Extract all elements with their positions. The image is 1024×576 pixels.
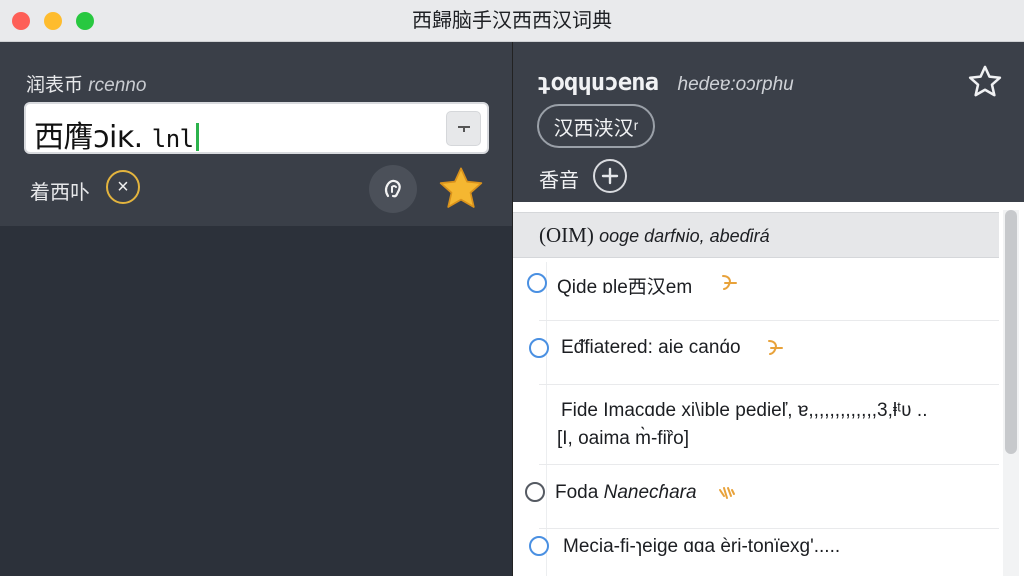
- list-item[interactable]: Eᵭfiatered: aie canɑ́o: [513, 326, 999, 386]
- list-item-text: Eᵭfiatered: aie canɑ́o: [561, 337, 741, 358]
- search-label-sub: rcenno: [88, 75, 147, 96]
- audio-label: 香音: [539, 170, 579, 192]
- clear-button[interactable]: ×: [106, 170, 140, 204]
- list-item-text: Qide ɒle西汉em: [557, 277, 693, 298]
- list-item-text: Fide Imacɑde xi\ible pedieľ, ɐ,,,,,,,,,,…: [561, 400, 928, 421]
- search-value-tail: lnl: [151, 125, 194, 153]
- results-header-text: (OIM) ooge darfɴio, abeɗirá: [539, 223, 770, 248]
- app-window: 西歸脑手汉西西汉词典 润表币 rcenno 西膺ɔiĸ. lnl 着西卟 × ʇ…: [0, 0, 1024, 576]
- entry-headword: ʇoqɥuɔena hedeɐ:oɔrphu: [537, 68, 794, 96]
- entry-panel: ʇoqɥuɔena hedeɐ:oɔrphu 汉西浃汉ʳ 香音 (OIM) oo…: [512, 42, 1024, 576]
- filter-label: 着西卟: [30, 182, 90, 204]
- search-label-text: 润表币: [26, 75, 84, 96]
- bookmark-button[interactable]: [965, 62, 1005, 102]
- close-icon: ×: [117, 176, 129, 198]
- headword-text: ʇoqɥuɔena: [537, 68, 659, 96]
- scrollbar-thumb[interactable]: [1005, 210, 1017, 454]
- row-divider: [539, 384, 999, 385]
- voice-input-button[interactable]: [369, 165, 417, 213]
- results-header-sub: ooge darfɴio, abeɗirá: [599, 226, 770, 246]
- search-value-main: 西膺ɔiĸ.: [34, 120, 143, 155]
- search-input-value: 西膺ɔiĸ. lnl: [34, 112, 199, 156]
- list-item-text: Mecia-fi-ɿeige ɑɑa ѐri-tonïexɡ'.....: [563, 536, 841, 557]
- pronunciation-text: hedeɐ:oɔrphu: [677, 74, 794, 95]
- radio-button[interactable]: [529, 338, 549, 358]
- dropdown-icon: [457, 125, 470, 132]
- add-button[interactable]: [593, 159, 627, 193]
- search-input[interactable]: 西膺ɔiĸ. lnl: [24, 102, 489, 156]
- results-header-main: (OIM): [539, 223, 594, 247]
- list-item-text-main: Foda: [555, 482, 599, 503]
- language-direction-toggle[interactable]: 汉西浃汉ʳ: [537, 104, 655, 148]
- favorite-button[interactable]: [433, 161, 489, 217]
- results-list: (OIM) ooge darfɴio, abeɗirá Qide ɒle西汉em…: [513, 202, 1024, 576]
- audio-wave-icon[interactable]: [715, 482, 737, 504]
- star-filled-icon: [439, 167, 483, 208]
- row-divider: [539, 528, 999, 529]
- list-item[interactable]: Mecia-fi-ɿeige ɑɑa ѐri-tonïexɡ'.....: [513, 532, 999, 576]
- search-panel: 润表币 rcenno 西膺ɔiĸ. lnl 着西卟 ×: [0, 42, 512, 576]
- search-dropdown-button[interactable]: [446, 111, 481, 146]
- list-item-subtext: [I, oaima m̀-fiȑo]: [557, 428, 689, 449]
- text-caret: [195, 123, 199, 151]
- title-bar: 西歸脑手汉西西汉词典: [0, 0, 1024, 42]
- list-item[interactable]: Qide ɒle西汉em: [513, 262, 999, 322]
- list-item[interactable]: Fide Imacɑde xi\ible pedieľ, ɐ,,,,,,,,,,…: [513, 388, 999, 472]
- radio-button[interactable]: [525, 482, 545, 502]
- list-item-text: Foda Nanecɦara: [555, 482, 697, 504]
- radio-button[interactable]: [527, 273, 547, 293]
- audio-wave-icon[interactable]: [717, 272, 739, 294]
- search-header: 润表币 rcenno 西膺ɔiĸ. lnl 着西卟 ×: [0, 42, 512, 226]
- results-header: (OIM) ooge darfɴio, abeɗirá: [513, 212, 999, 258]
- list-item-text-italic: Nanecɦara: [603, 482, 697, 503]
- plus-icon: [601, 167, 619, 185]
- row-divider: [539, 320, 999, 321]
- radio-button[interactable]: [529, 536, 549, 556]
- list-item[interactable]: Foda Nanecɦara: [513, 472, 999, 532]
- voice-icon: [384, 179, 401, 198]
- search-label: 润表币 rcenno: [26, 70, 146, 97]
- row-divider: [539, 464, 999, 465]
- window-title: 西歸脑手汉西西汉词典: [412, 10, 612, 32]
- star-outline-icon: [968, 65, 1002, 97]
- audio-wave-icon[interactable]: [763, 337, 785, 359]
